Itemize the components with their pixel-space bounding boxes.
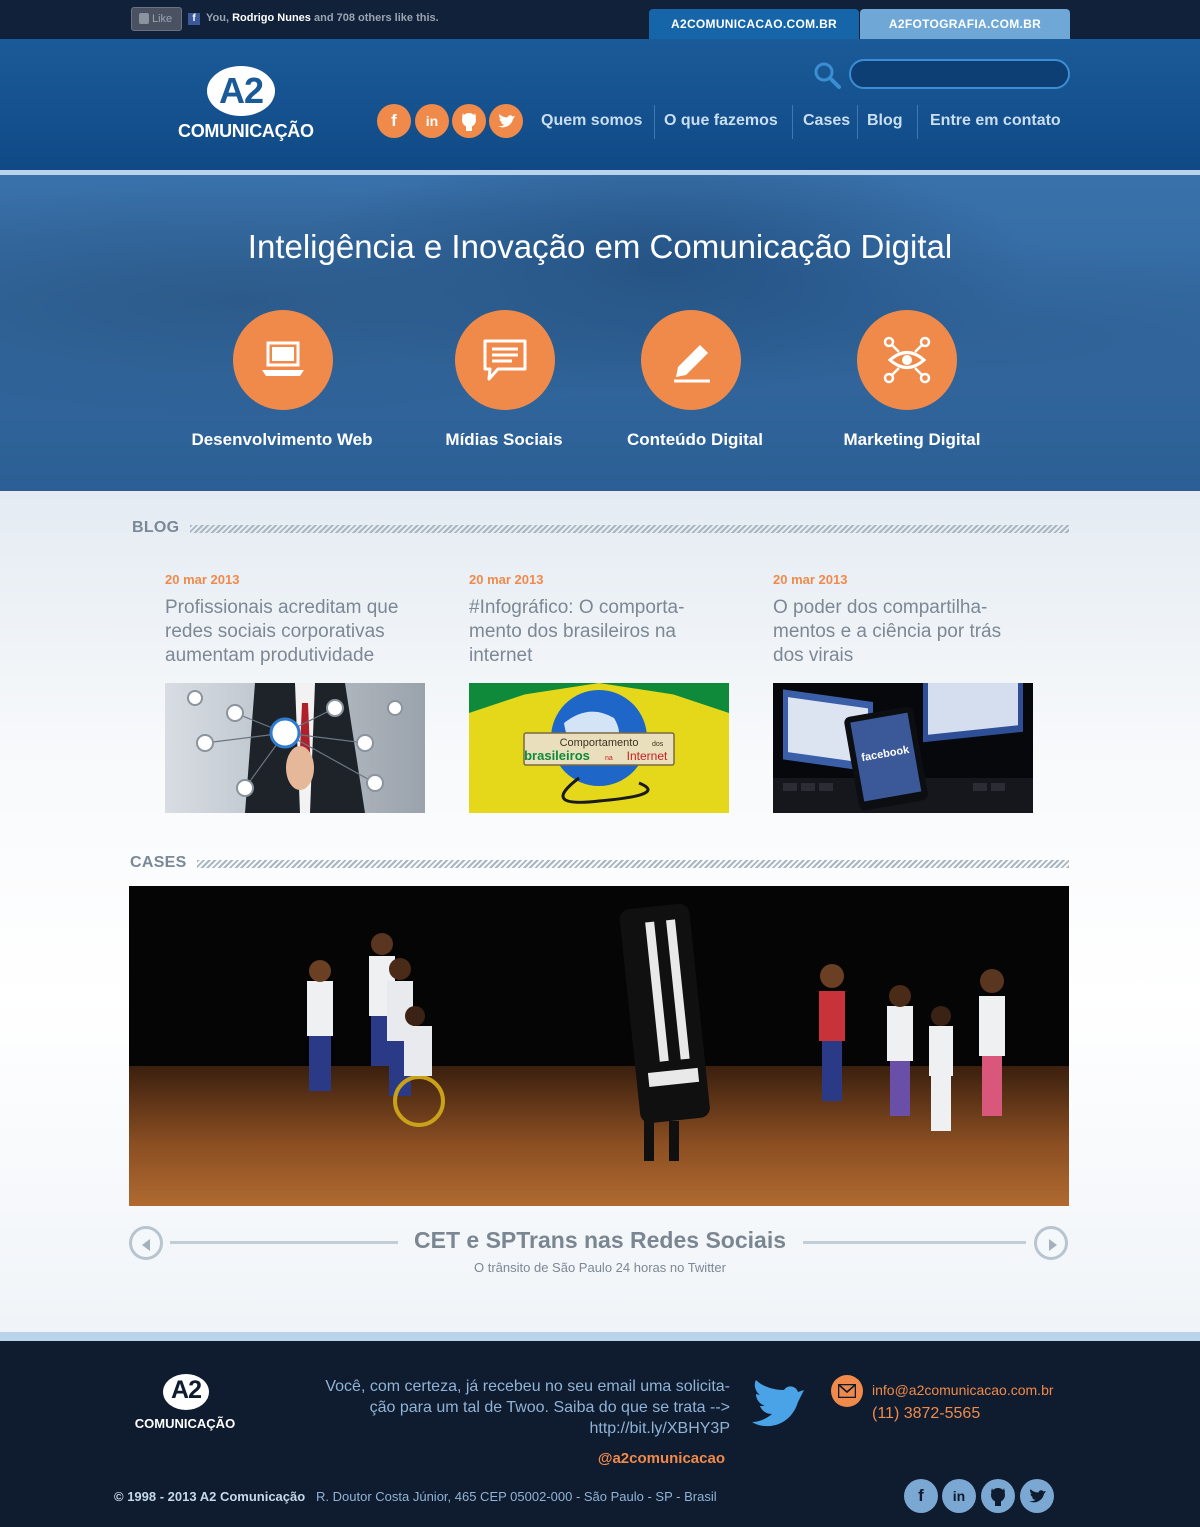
- footer-facebook-icon[interactable]: f: [904, 1479, 938, 1513]
- twitter-handle-link[interactable]: @a2comunicacao: [560, 1450, 725, 1467]
- pencil-icon: [674, 345, 710, 383]
- nav-divider: [857, 105, 858, 139]
- nav-divider: [654, 105, 655, 139]
- laptop-icon: [262, 341, 304, 376]
- mail-icon: [831, 1375, 863, 1407]
- nav-quem-somos[interactable]: Quem somos: [541, 104, 642, 138]
- nav-divider: [917, 105, 918, 139]
- section-divider: [197, 860, 1069, 868]
- footer-linkedin-icon[interactable]: in: [942, 1479, 976, 1513]
- nav-o-que-fazemos[interactable]: O que fazemos: [664, 104, 778, 138]
- logo-name: COMUNICAÇÃO: [178, 121, 314, 141]
- post-image[interactable]: [165, 683, 425, 813]
- section-divider: [190, 525, 1069, 533]
- service-social-button[interactable]: [455, 310, 555, 410]
- eye-network-icon: [883, 336, 931, 384]
- chat-bubble-icon: [483, 339, 527, 381]
- nav-entre-em-contato[interactable]: Entre em contato: [930, 104, 1061, 138]
- service-marketing-label[interactable]: Marketing Digital: [822, 430, 1002, 450]
- like-count-text: You, Rodrigo Nunes and 708 others like t…: [206, 12, 439, 24]
- service-social-label[interactable]: Mídias Sociais: [414, 430, 594, 450]
- post-title[interactable]: Profissionais acreditam que redes sociai…: [165, 596, 427, 668]
- facebook-mini-icon: f: [188, 13, 200, 25]
- svg-text:na: na: [605, 755, 613, 762]
- cases-heading: CASES: [130, 854, 187, 871]
- service-web-button[interactable]: [233, 310, 333, 410]
- post-date: 20 mar 2013: [773, 572, 848, 587]
- site-logo[interactable]: A2 COMUNICAÇÃO: [178, 66, 314, 148]
- nav-divider: [792, 105, 793, 139]
- facebook-icon[interactable]: f: [377, 104, 411, 138]
- service-content-button[interactable]: [641, 310, 741, 410]
- footer-github-icon[interactable]: [981, 1479, 1015, 1513]
- footer-logo-mark: A2: [171, 1376, 202, 1404]
- case-image[interactable]: [129, 886, 1069, 1206]
- github-icon[interactable]: [452, 104, 486, 138]
- tweet-link[interactable]: http://bit.ly/XBHY3P: [260, 1418, 730, 1439]
- linkedin-icon[interactable]: in: [415, 104, 449, 138]
- hero-title: Inteligência e Inovação em Comunicação D…: [247, 228, 953, 265]
- svg-text:dos: dos: [652, 741, 664, 748]
- tab-a2comunicacao[interactable]: A2COMUNICACAO.COM.BR: [649, 9, 859, 39]
- facebook-like-button[interactable]: Like: [131, 7, 182, 31]
- case-title-rule: [803, 1241, 1026, 1244]
- footer-copyright: © 1998 - 2013 A2 Comunicação R. Doutor C…: [114, 1489, 717, 1504]
- service-content-label[interactable]: Conteúdo Digital: [605, 430, 785, 450]
- footer-divider: [0, 1332, 1200, 1341]
- twitter-bird-icon: [752, 1380, 804, 1427]
- twitter-icon[interactable]: [489, 104, 523, 138]
- footer-twitter-icon[interactable]: [1020, 1479, 1054, 1513]
- thumbs-up-icon: [139, 13, 149, 24]
- svg-text:brasileiros: brasileiros: [524, 748, 590, 763]
- like-user-name[interactable]: Rodrigo Nunes: [232, 12, 311, 24]
- carousel-next-button[interactable]: [1034, 1226, 1068, 1260]
- post-title[interactable]: #Infográfico: O comporta-mento dos brasi…: [469, 596, 731, 668]
- post-title[interactable]: O poder dos compartilha-mentos e a ciênc…: [773, 596, 1035, 668]
- latest-tweet: Você, com certeza, já recebeu no seu ema…: [260, 1376, 730, 1439]
- nav-cases[interactable]: Cases: [803, 104, 850, 138]
- service-marketing-button[interactable]: [857, 310, 957, 410]
- post-date: 20 mar 2013: [469, 572, 544, 587]
- post-date: 20 mar 2013: [165, 572, 240, 587]
- tab-a2fotografia[interactable]: A2FOTOGRAFIA.COM.BR: [860, 9, 1070, 39]
- svg-text:Internet: Internet: [627, 749, 668, 763]
- blog-heading: BLOG: [132, 519, 180, 536]
- contact-email[interactable]: info@a2comunicacao.com.br: [872, 1382, 1054, 1398]
- logo-mark: A2: [218, 70, 264, 111]
- nav-blog[interactable]: Blog: [867, 104, 903, 138]
- contact-phone: (11) 3872-5565: [872, 1405, 981, 1422]
- post-image[interactable]: facebook: [773, 683, 1033, 813]
- post-image[interactable]: Comportamento brasileiros Internet dos n…: [469, 683, 729, 813]
- like-label: Like: [152, 13, 173, 25]
- case-subtitle: O trânsito de São Paulo 24 horas no Twit…: [474, 1260, 726, 1275]
- footer-logo-name: COMUNICAÇÃO: [134, 1416, 236, 1431]
- service-web-label[interactable]: Desenvolvimento Web: [172, 430, 392, 450]
- footer-address: R. Doutor Costa Júnior, 465 CEP 05002-00…: [316, 1489, 717, 1504]
- search-icon[interactable]: [812, 60, 842, 90]
- search-input[interactable]: [849, 59, 1070, 89]
